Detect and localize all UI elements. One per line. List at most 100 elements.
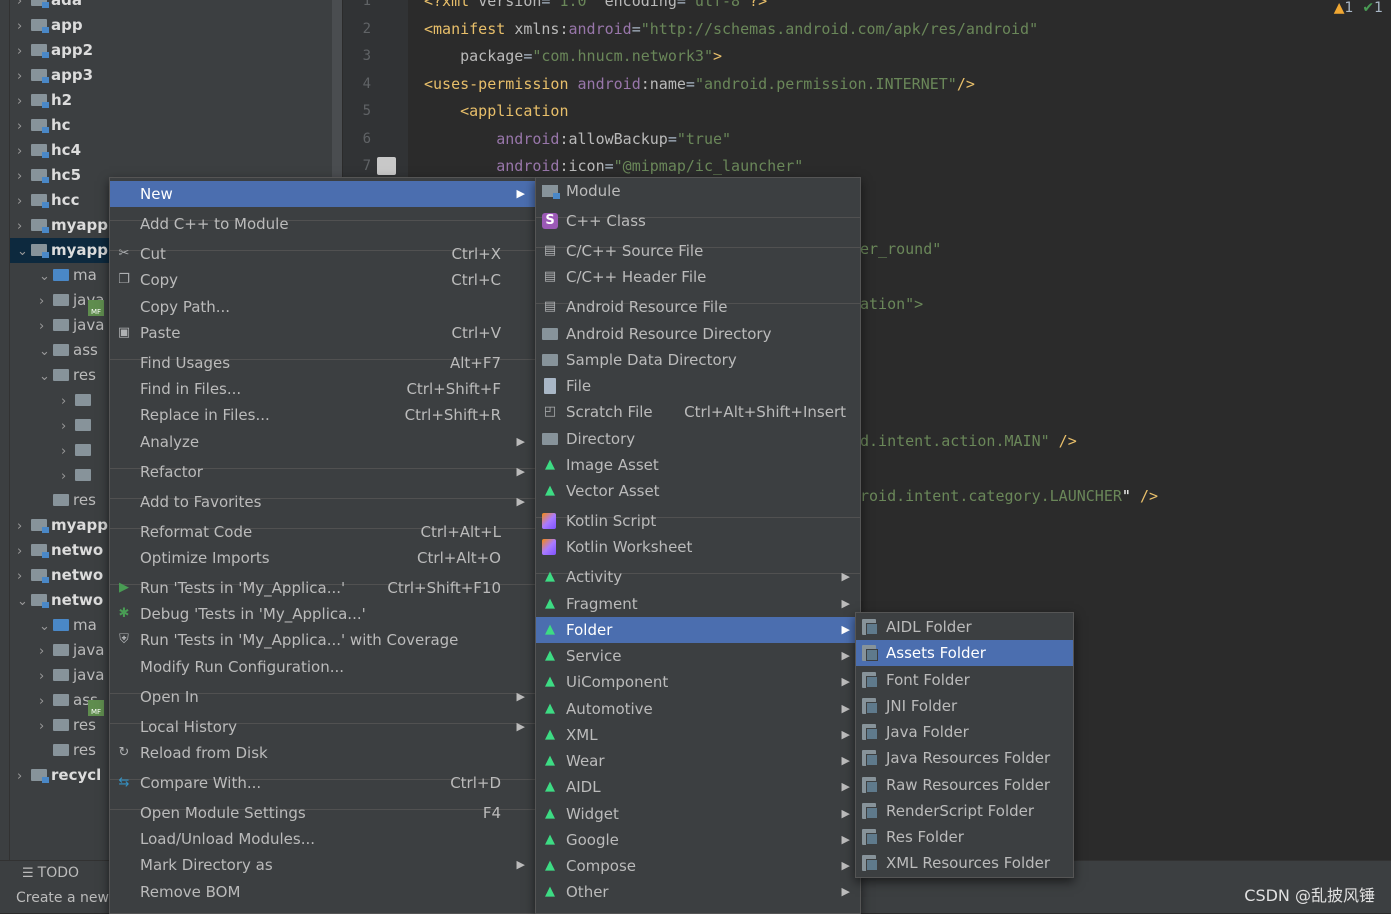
tree-row[interactable]: ⌄ ma <box>0 263 97 288</box>
new-item-sample-data-directory[interactable]: Sample Data Directory <box>536 347 860 373</box>
folder-item-assets-folder[interactable]: Assets Folder <box>856 640 1073 666</box>
menu-item-new[interactable]: New ▶ <box>110 181 535 207</box>
chevron-icon[interactable]: › <box>17 164 31 189</box>
chevron-icon[interactable]: › <box>17 764 31 789</box>
new-item-android-resource-file[interactable]: ▤ Android Resource File <box>536 294 860 320</box>
menu-item-debug-tests-in-my-applica[interactable]: ✱ Debug 'Tests in 'My_Applica...' <box>110 601 535 627</box>
code-line[interactable]: android:icon="@mipmap/ic_launcher" <box>424 157 803 175</box>
folder-item-java-resources-folder[interactable]: Java Resources Folder <box>856 745 1073 771</box>
tree-row[interactable]: › app3 <box>0 63 93 88</box>
tree-row[interactable]: › java <box>0 313 104 338</box>
menu-item-find-in-files[interactable]: Find in Files... Ctrl+Shift+F <box>110 376 535 402</box>
menu-item-run-tests-in-my-applica[interactable]: ▶ Run 'Tests in 'My_Applica...' Ctrl+Shift… <box>110 575 535 601</box>
new-item-other[interactable]: ▲ Other ▶ <box>536 879 860 905</box>
code-line[interactable]: <application <box>424 102 568 120</box>
project-tree-scrollbar[interactable] <box>332 0 342 180</box>
chevron-icon[interactable]: ⌄ <box>39 264 53 289</box>
chevron-icon[interactable]: ⌄ <box>17 589 31 614</box>
tree-row[interactable]: › <box>0 463 95 488</box>
menu-item-open-module-settings[interactable]: Open Module Settings F4 <box>110 800 535 826</box>
chevron-icon[interactable]: ⌄ <box>17 239 31 264</box>
new-item-widget[interactable]: ▲ Widget ▶ <box>536 801 860 827</box>
folder-item-renderscript-folder[interactable]: RenderScript Folder <box>856 798 1073 824</box>
chevron-icon[interactable]: › <box>17 214 31 239</box>
new-item-uicomponent[interactable]: ▲ UiComponent ▶ <box>536 669 860 695</box>
new-item-c-c-source-file[interactable]: ▤ C/C++ Source File <box>536 238 860 264</box>
tree-row[interactable]: › myapp <box>0 513 108 538</box>
tree-row[interactable]: › <box>0 413 95 438</box>
chevron-icon[interactable]: › <box>39 314 53 339</box>
tree-row[interactable]: › java <box>0 663 104 688</box>
menu-item-modify-run-configuration[interactable]: Modify Run Configuration... <box>110 654 535 680</box>
chevron-icon[interactable]: ⌄ <box>39 364 53 389</box>
new-item-c-c-header-file[interactable]: ▤ C/C++ Header File <box>536 264 860 290</box>
new-item-fragment[interactable]: ▲ Fragment ▶ <box>536 591 860 617</box>
new-item-c-class[interactable]: S C++ Class <box>536 208 860 234</box>
code-line[interactable]: package="com.hnucm.network3"> <box>424 47 722 65</box>
tree-row[interactable]: › hc <box>0 113 71 138</box>
new-item-scratch-file[interactable]: ◰ Scratch File Ctrl+Alt+Shift+Insert <box>536 399 860 425</box>
chevron-icon[interactable]: › <box>39 714 53 739</box>
chevron-icon[interactable]: › <box>17 14 31 39</box>
menu-item-open-in[interactable]: Open In ▶ <box>110 684 535 710</box>
tree-row[interactable]: › h2 <box>0 88 72 113</box>
tree-row[interactable]: › <box>0 438 95 463</box>
chevron-icon[interactable]: › <box>17 0 31 14</box>
chevron-icon[interactable]: › <box>61 439 75 464</box>
menu-item-cut[interactable]: ✂ Cut Ctrl+X <box>110 241 535 267</box>
tree-row[interactable]: ⌄ ass <box>0 338 98 363</box>
menu-item-copy[interactable]: ❐ Copy Ctrl+C <box>110 267 535 293</box>
tree-row[interactable]: ⌄ myapp <box>10 238 116 263</box>
tree-row[interactable]: › res <box>0 713 96 738</box>
chevron-icon[interactable]: ⌄ <box>39 614 53 639</box>
chevron-icon[interactable]: › <box>17 189 31 214</box>
menu-item-remove-bom[interactable]: Remove BOM <box>110 879 535 905</box>
new-item-google[interactable]: ▲ Google ▶ <box>536 827 860 853</box>
tree-row[interactable]: › ada <box>0 0 82 13</box>
tree-row[interactable]: ⌄ netwo <box>0 588 103 613</box>
menu-item-add-c-to-module[interactable]: Add C++ to Module <box>110 211 535 237</box>
new-item-service[interactable]: ▲ Service ▶ <box>536 643 860 669</box>
new-item-android-resource-directory[interactable]: Android Resource Directory <box>536 321 860 347</box>
menu-item-add-to-favorites[interactable]: Add to Favorites ▶ <box>110 489 535 515</box>
folder-item-res-folder[interactable]: Res Folder <box>856 824 1073 850</box>
tree-row[interactable]: › hc4 <box>0 138 81 163</box>
folder-item-aidl-folder[interactable]: AIDL Folder <box>856 614 1073 640</box>
new-item-compose[interactable]: ▲ Compose ▶ <box>536 853 860 879</box>
menu-item-paste[interactable]: ▣ Paste Ctrl+V <box>110 320 535 346</box>
new-item-activity[interactable]: ▲ Activity ▶ <box>536 564 860 590</box>
chevron-icon[interactable]: › <box>39 639 53 664</box>
code-line[interactable]: <manifest xmlns:android="http://schemas.… <box>424 20 1038 38</box>
new-item-module[interactable]: Module <box>536 178 860 204</box>
chevron-icon[interactable]: › <box>61 389 75 414</box>
menu-item-find-usages[interactable]: Find Usages Alt+F7 <box>110 350 535 376</box>
tree-row[interactable]: res <box>0 488 96 513</box>
new-item-directory[interactable]: Directory <box>536 426 860 452</box>
chevron-icon[interactable]: › <box>17 539 31 564</box>
folder-item-font-folder[interactable]: Font Folder <box>856 667 1073 693</box>
tree-row[interactable]: ⌄ res <box>0 363 96 388</box>
tree-row[interactable]: › hc5 <box>0 163 81 188</box>
folder-item-jni-folder[interactable]: JNI Folder <box>856 693 1073 719</box>
chevron-icon[interactable]: › <box>17 64 31 89</box>
menu-item-local-history[interactable]: Local History ▶ <box>110 714 535 740</box>
code-line[interactable]: android:allowBackup="true" <box>424 130 731 148</box>
tree-row[interactable]: › app <box>0 13 83 38</box>
new-item-file[interactable]: File <box>536 373 860 399</box>
menu-item-replace-in-files[interactable]: Replace in Files... Ctrl+Shift+R <box>110 402 535 428</box>
chevron-icon[interactable]: › <box>61 414 75 439</box>
tree-row[interactable]: res <box>0 738 96 763</box>
menu-item-load-unload-modules[interactable]: Load/Unload Modules... <box>110 826 535 852</box>
folder-item-java-folder[interactable]: Java Folder <box>856 719 1073 745</box>
chevron-icon[interactable]: › <box>17 89 31 114</box>
menu-item-reload-from-disk[interactable]: ↻ Reload from Disk <box>110 740 535 766</box>
new-item-image-asset[interactable]: ▲ Image Asset <box>536 452 860 478</box>
tree-row[interactable]: ⌄ ma <box>0 613 97 638</box>
tree-row[interactable]: › java <box>0 638 104 663</box>
menu-item-refactor[interactable]: Refactor ▶ <box>110 459 535 485</box>
folder-item-xml-resources-folder[interactable]: XML Resources Folder <box>856 850 1073 876</box>
tree-row[interactable]: › hcc <box>0 188 79 213</box>
inspection-widget[interactable]: ▲1 ✔1 <box>1334 0 1383 16</box>
code-line[interactable]: <?xml version="1.0" encoding="utf-8"?> <box>424 0 767 10</box>
new-item-kotlin-script[interactable]: Kotlin Script <box>536 508 860 534</box>
